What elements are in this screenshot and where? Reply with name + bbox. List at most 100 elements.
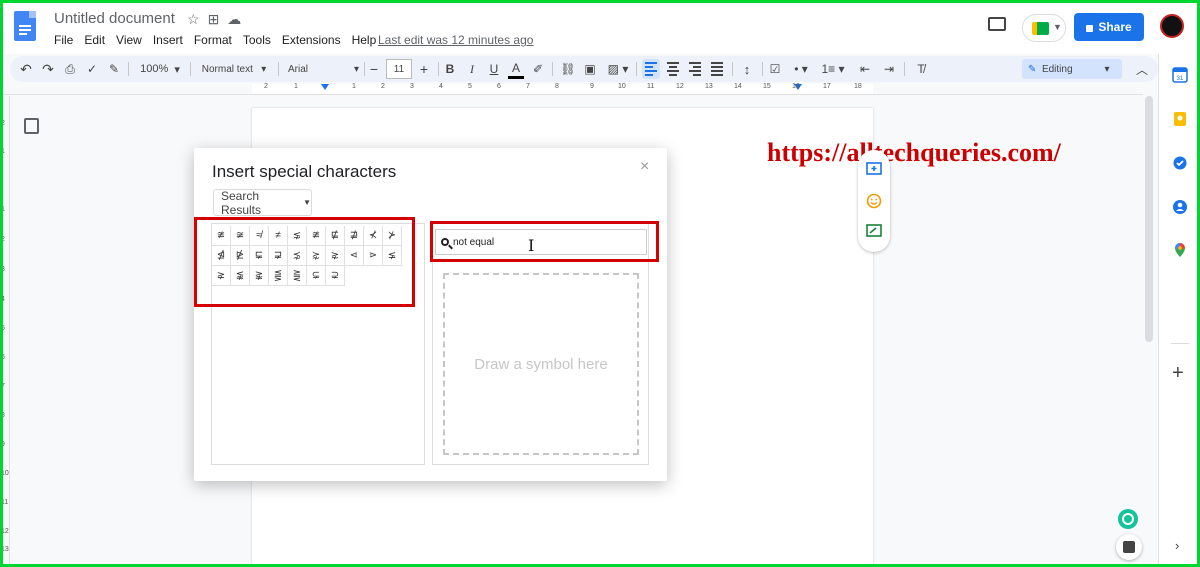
menu-view[interactable]: View [116, 33, 142, 47]
emoji-icon[interactable] [866, 193, 882, 209]
add-icon[interactable]: + [1172, 363, 1184, 383]
move-folder-icon[interactable]: ⊞ [208, 11, 220, 28]
docs-logo-icon[interactable] [14, 11, 36, 41]
menu-tools[interactable]: Tools [243, 33, 271, 47]
ruler-tick: 15 [763, 83, 771, 90]
toolbar-divider [904, 62, 905, 76]
ruler-page-area [252, 84, 873, 94]
menu-extensions[interactable]: Extensions [282, 33, 341, 47]
category-value: Search Results [221, 188, 262, 217]
increase-indent-icon[interactable]: ⇥ [880, 59, 898, 79]
ruler-tick: 2 [381, 83, 385, 90]
tasks-icon[interactable] [1172, 155, 1188, 171]
ruler-tick: 11 [647, 83, 655, 90]
ruler-tick: 11 [1, 499, 9, 506]
ruler-tick: 3 [1, 266, 5, 273]
align-center-icon[interactable] [664, 59, 682, 79]
ruler-tick: 1 [352, 83, 356, 90]
highlight-box [194, 217, 415, 307]
vertical-ruler[interactable]: 2 1 1 2 3 4 5 6 7 8 9 10 11 12 13 [0, 96, 10, 564]
ruler-tick: 4 [439, 83, 443, 90]
horizontal-ruler[interactable]: 2 1 1 2 3 4 5 6 7 8 9 10 11 12 13 14 15 … [0, 83, 1143, 95]
text-color-button[interactable]: A [508, 59, 524, 79]
share-button[interactable]: Share [1074, 13, 1144, 41]
pencil-icon: ✎ [1028, 63, 1037, 75]
highlight-icon[interactable]: ✐ [530, 59, 546, 79]
menu-file[interactable]: File [54, 33, 73, 47]
chevron-down-icon: ▼ [1053, 22, 1062, 32]
draw-symbol-area[interactable]: Draw a symbol here [443, 273, 639, 455]
menu-help[interactable]: Help [352, 33, 377, 47]
justify-icon[interactable] [708, 59, 726, 79]
menu-bar: File Edit View Insert Format Tools Exten… [54, 33, 376, 47]
suggest-edit-icon[interactable] [866, 224, 882, 240]
grammarly-icon[interactable] [1118, 509, 1138, 529]
zoom-select[interactable]: 100% ▾ [136, 59, 184, 79]
increase-font-size-button[interactable]: + [416, 59, 432, 79]
maps-icon[interactable] [1172, 242, 1188, 258]
italic-button[interactable]: I [464, 59, 480, 79]
category-select[interactable]: Search Results ▼ [213, 188, 312, 217]
vertical-scrollbar[interactable] [1145, 96, 1153, 342]
underline-button[interactable]: U [486, 59, 502, 79]
close-icon[interactable]: × [640, 158, 649, 176]
draw-placeholder: Draw a symbol here [474, 355, 608, 373]
numbered-list-icon[interactable]: 1≡ ▾ [818, 59, 848, 79]
contacts-icon[interactable] [1172, 199, 1188, 215]
undo-icon[interactable]: ↶ [18, 59, 34, 79]
bold-button[interactable]: B [442, 59, 458, 79]
ruler-tick: 2 [264, 83, 268, 90]
font-size-input[interactable]: 11 [386, 59, 412, 79]
chevron-right-icon[interactable]: › [1175, 538, 1179, 553]
ruler-tick: 9 [1, 441, 5, 448]
ruler-tick: 7 [526, 83, 530, 90]
ruler-tick: 18 [854, 83, 862, 90]
document-outline-icon[interactable] [24, 118, 39, 134]
decrease-font-size-button[interactable]: − [366, 59, 382, 79]
style-select[interactable]: Normal text ▾ [196, 59, 272, 79]
link-icon[interactable]: ⛓ [560, 59, 576, 79]
explore-icon[interactable] [1116, 534, 1142, 560]
meet-button[interactable]: ▼ [1022, 14, 1066, 42]
left-indent-marker[interactable] [321, 84, 329, 90]
ruler-tick: 8 [555, 83, 559, 90]
add-comment-icon[interactable]: ▣ [582, 59, 598, 79]
menu-format[interactable]: Format [194, 33, 232, 47]
app-header: Untitled document ☆ ⊞ ☁ File Edit View I… [0, 0, 1200, 54]
paint-format-icon[interactable]: ✎ [106, 59, 122, 79]
highlight-box [430, 221, 659, 262]
document-title[interactable]: Untitled document [54, 10, 175, 27]
font-select[interactable]: Arial ▾ [284, 59, 360, 79]
align-left-icon[interactable] [642, 59, 660, 79]
calendar-icon[interactable]: 31 [1172, 67, 1188, 83]
keep-icon[interactable] [1172, 111, 1188, 127]
cloud-status-icon[interactable]: ☁ [227, 11, 241, 28]
spellcheck-icon[interactable]: ✓ [84, 59, 100, 79]
ruler-tick: 16 [792, 83, 800, 90]
insert-image-icon[interactable]: ▨ ▾ [604, 59, 632, 79]
side-panel: 31 + › [1158, 54, 1200, 567]
avatar[interactable] [1160, 14, 1184, 38]
line-spacing-icon[interactable]: ↕ [738, 59, 756, 79]
ruler-tick: 3 [410, 83, 414, 90]
decrease-indent-icon[interactable]: ⇤ [856, 59, 874, 79]
hide-menus-icon[interactable]: ︿ [1134, 59, 1150, 79]
chevron-down-icon: ▼ [303, 198, 311, 207]
star-icon[interactable]: ☆ [187, 11, 200, 28]
menu-insert[interactable]: Insert [153, 33, 183, 47]
add-comment-icon[interactable] [866, 162, 882, 178]
menu-edit[interactable]: Edit [84, 33, 105, 47]
editing-mode-select[interactable]: ✎ Editing ▾ [1022, 59, 1122, 79]
lock-icon [1086, 24, 1094, 32]
redo-icon[interactable]: ↷ [40, 59, 56, 79]
last-edit-link[interactable]: Last edit was 12 minutes ago [378, 33, 533, 47]
zoom-value: 100% [140, 63, 169, 75]
align-right-icon[interactable] [686, 59, 704, 79]
clear-formatting-icon[interactable]: T̸ [912, 59, 930, 79]
bulleted-list-icon[interactable]: • ▾ [788, 59, 814, 79]
toolbar-divider [278, 62, 279, 76]
print-icon[interactable]: ⎙ [62, 59, 78, 79]
comment-history-icon[interactable] [988, 17, 1006, 31]
floating-actions [858, 150, 890, 252]
checklist-icon[interactable]: ☑ [766, 59, 784, 79]
